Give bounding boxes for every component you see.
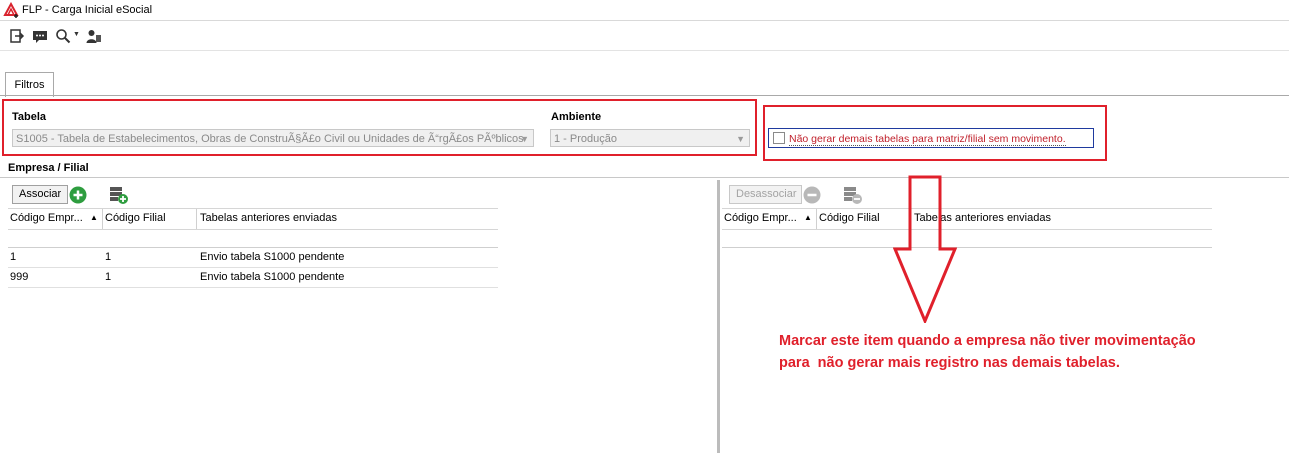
annotation-line-1: Marcar este item quando a empresa não ti… [779,333,1196,349]
ambiente-value: 1 - Produção [554,133,617,145]
table-row[interactable]: 999 1 Envio tabela S1000 pendente [8,268,498,288]
chevron-down-icon[interactable]: ▼ [73,31,80,38]
filter-row[interactable] [8,229,498,248]
desassociar-label: Desassociar [736,188,797,200]
filter-row[interactable] [722,229,1212,248]
section-divider [0,177,1289,178]
associar-label: Associar [19,188,62,200]
annotation-text: Marcar este item quando a empresa não ti… [779,330,1196,374]
remove-all-icon[interactable] [843,185,863,205]
col-codigo-empresa[interactable]: Código Empr... [724,212,797,224]
col-separator [196,209,197,229]
nao-gerar-checkbox[interactable] [773,132,785,144]
tabela-select[interactable]: S1005 - Tabela de Estabelecimentos, Obra… [12,129,534,147]
tab-divider [0,95,1289,96]
add-circle-icon[interactable] [68,185,88,205]
col-codigo-empresa[interactable]: Código Empr... [10,212,83,224]
associar-button[interactable]: Associar [12,185,68,204]
app-logo-icon [3,2,19,18]
add-all-icon[interactable] [109,185,129,205]
search-icon[interactable] [55,28,71,44]
title-bar: FLP - Carga Inicial eSocial [0,0,1289,21]
col-tabelas[interactable]: Tabelas anteriores enviadas [200,212,337,224]
table-row[interactable]: 1 1 Envio tabela S1000 pendente [8,248,498,268]
cell-empresa: 1 [10,251,17,263]
col-separator [816,209,817,229]
chevron-down-icon: ▼ [520,134,529,144]
col-codigo-filial[interactable]: Código Filial [819,212,880,224]
nao-gerar-checkbox-label[interactable]: Não gerar demais tabelas para matriz/fil… [789,133,1066,146]
panel-splitter[interactable] [717,180,720,453]
cell-filial: 1 [105,251,112,263]
remove-circle-icon[interactable] [802,185,822,205]
tabela-label: Tabela [12,111,47,123]
chevron-down-icon: ▼ [736,134,745,144]
col-separator [102,209,103,229]
right-grid-header: Código Empr... ▲ Código Filial Tabelas a… [722,208,1212,230]
sort-asc-icon[interactable]: ▲ [804,213,812,222]
ambiente-select[interactable]: 1 - Produção ▼ [550,129,750,147]
cell-empresa: 999 [10,271,29,283]
filters-highlight-box [2,99,757,156]
arrow-down-icon [893,175,957,323]
message-icon[interactable] [32,28,48,44]
desassociar-button[interactable]: Desassociar [729,185,802,204]
toolbar: ▼ [0,22,1289,51]
tabela-value: S1005 - Tabela de Estabelecimentos, Obra… [16,133,524,145]
tab-filtros[interactable]: Filtros [5,72,54,97]
left-grid-header: Código Empr... ▲ Código Filial Tabelas a… [8,208,498,230]
sort-asc-icon[interactable]: ▲ [90,213,98,222]
window-title: FLP - Carga Inicial eSocial [22,4,153,16]
cell-tabelas: Envio tabela S1000 pendente [200,271,345,283]
section-title: Empresa / Filial [8,162,89,174]
cell-tabelas: Envio tabela S1000 pendente [200,251,345,263]
user-icon[interactable] [86,28,102,44]
ambiente-label: Ambiente [551,111,602,123]
col-codigo-filial[interactable]: Código Filial [105,212,166,224]
cell-filial: 1 [105,271,112,283]
exit-icon[interactable] [9,28,25,44]
annotation-line-2: para não gerar mais registro nas demais … [779,355,1120,371]
